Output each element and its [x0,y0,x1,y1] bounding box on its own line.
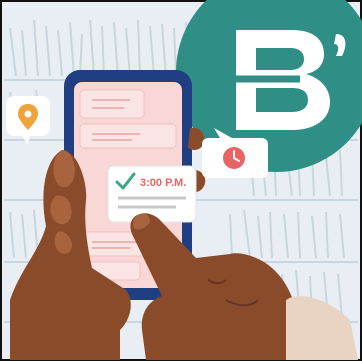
notification-time-text: 3:00 P.M. [140,177,186,189]
illustration-canvas: 3:00 P.M. B’ [0,0,362,361]
clock-icon [223,147,245,169]
illustration-frame: 3:00 P.M. B’ [0,0,362,361]
time-notification: 3:00 P.M. [107,165,197,223]
